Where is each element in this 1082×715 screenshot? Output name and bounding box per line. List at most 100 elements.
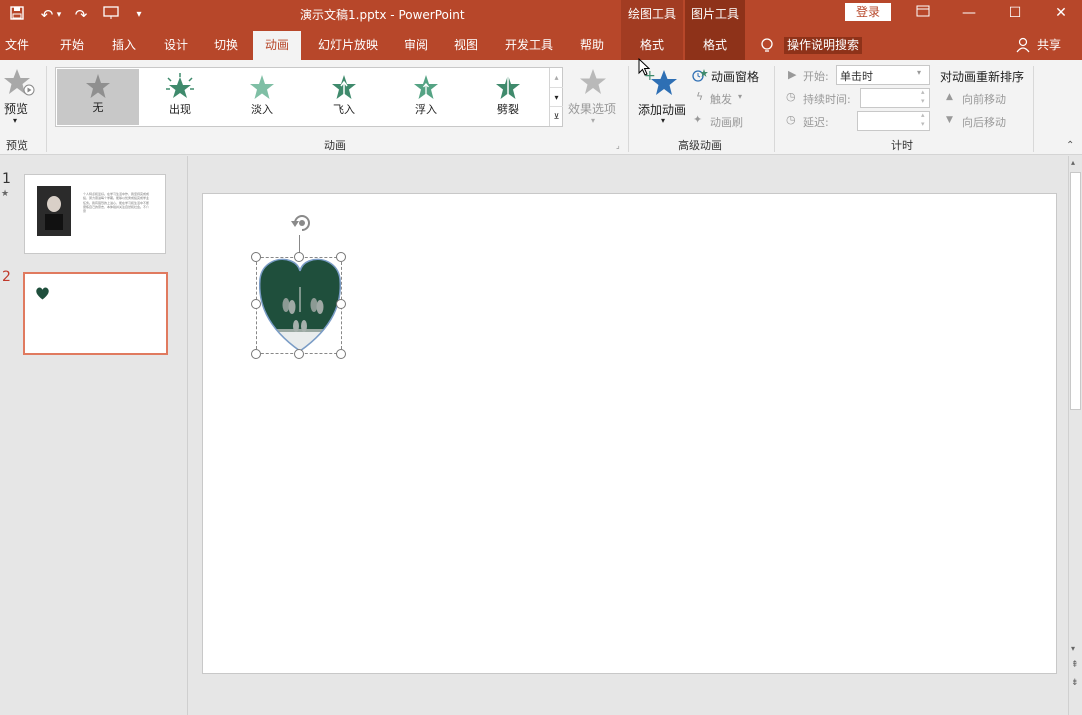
vertical-scrollbar[interactable]: ▴ ▾ ⇞ ⇟ (1068, 156, 1082, 715)
tab-design[interactable]: 设计 (156, 31, 196, 60)
previous-slide-icon[interactable]: ⇞ (1071, 660, 1079, 670)
animation-fade[interactable]: 淡入 (221, 69, 303, 125)
animation-pane-button[interactable]: 动画窗格 (711, 68, 759, 85)
animation-appear[interactable]: 出现 (139, 69, 221, 125)
gallery-up-icon[interactable]: ▴ (550, 68, 563, 87)
resize-handle-bottom-right[interactable] (336, 349, 346, 359)
duration-spinner[interactable]: ▴ ▾ (860, 88, 930, 108)
trigger-dropdown-icon[interactable]: ▾ (738, 92, 742, 101)
tab-transitions[interactable]: 切换 (206, 31, 246, 60)
tell-me-search[interactable]: 操作说明搜索 (784, 37, 863, 54)
gallery-more-icon[interactable]: ⊻ (550, 106, 563, 125)
animation-none[interactable]: 无 (57, 69, 139, 125)
save-icon[interactable] (6, 5, 28, 25)
delay-up-icon[interactable]: ▴ (921, 111, 925, 119)
lightbulb-icon (760, 37, 776, 55)
start-icon: ▶ (788, 68, 797, 81)
delay-spinner[interactable]: ▴ ▾ (857, 111, 930, 131)
separator (774, 66, 775, 152)
preview-star-icon[interactable] (2, 68, 36, 96)
redo-icon[interactable]: ↷ (70, 5, 92, 25)
tab-picture-format[interactable]: 格式 (685, 31, 745, 60)
star-appear-icon (166, 73, 194, 98)
resize-handle-top-right[interactable] (336, 252, 346, 262)
tab-slideshow[interactable]: 幻灯片放映 (310, 31, 386, 60)
slide-canvas[interactable] (202, 193, 1057, 674)
animation-group-label: 动画 (324, 139, 346, 152)
animation-float-in[interactable]: 浮入 (385, 69, 467, 125)
thumbnail-heart-icon (36, 287, 49, 300)
duration-icon: ◷ (786, 90, 796, 103)
share-button[interactable]: 共享 (1034, 31, 1064, 60)
thumbnail-text: 个人特点和爱好。在学习生活中作，我坚持完成成绩，努力奋进每个学期。能够以优秀成绩… (83, 192, 150, 214)
present-from-start-icon[interactable] (100, 5, 122, 25)
move-later-button[interactable]: 向后移动 (962, 114, 1006, 130)
tab-animations[interactable]: 动画 (253, 31, 301, 60)
login-button[interactable]: 登录 (845, 3, 891, 21)
tab-developer[interactable]: 开发工具 (498, 31, 560, 60)
resize-handle-bottom-left[interactable] (251, 349, 261, 359)
trigger-button[interactable]: 触发 (710, 91, 732, 107)
rotate-handle-icon[interactable] (289, 212, 315, 234)
separator (46, 66, 47, 152)
scroll-thumb[interactable] (1070, 172, 1081, 410)
animation-appear-label: 出现 (169, 103, 191, 116)
resize-handle-left[interactable] (251, 299, 261, 309)
tab-review[interactable]: 审阅 (396, 31, 436, 60)
document-title: 演示文稿1.pptx - PowerPoint (300, 8, 465, 22)
animation-painter-button[interactable]: 动画刷 (710, 114, 743, 130)
slide-thumbnail-1[interactable]: 个人特点和爱好。在学习生活中作，我坚持完成成绩，努力奋进每个学期。能够以优秀成绩… (24, 174, 166, 254)
customize-toolbar-icon[interactable]: ▾ (128, 5, 150, 25)
close-icon[interactable]: ✕ (1038, 0, 1082, 26)
ribbon-display-icon[interactable] (900, 0, 946, 26)
effect-options-icon[interactable] (578, 68, 608, 96)
slide-thumbnail-2[interactable] (23, 272, 168, 355)
animation-pane-icon[interactable] (692, 68, 708, 82)
heart-picture[interactable] (256, 257, 344, 354)
tab-view[interactable]: 视图 (446, 31, 486, 60)
undo-dropdown-icon[interactable]: ▾ (54, 5, 64, 25)
start-select[interactable]: 单击时 ▾ (836, 65, 930, 85)
duration-up-icon[interactable]: ▴ (921, 88, 925, 96)
mouse-cursor-icon (638, 58, 650, 76)
move-earlier-button[interactable]: 向前移动 (962, 91, 1006, 107)
tab-insert[interactable]: 插入 (104, 31, 144, 60)
animation-fly-in-label: 飞入 (333, 103, 355, 116)
maximize-icon[interactable]: ☐ (992, 0, 1038, 26)
tab-drawing-format[interactable]: 格式 (621, 31, 683, 60)
animation-fly-in[interactable]: 飞入 (303, 69, 385, 125)
resize-handle-top-left[interactable] (251, 252, 261, 262)
effect-options-dropdown-icon[interactable]: ▾ (591, 116, 595, 125)
animation-dialog-launcher-icon[interactable]: ⌟ (616, 141, 620, 150)
resize-handle-bottom[interactable] (294, 349, 304, 359)
animation-split[interactable]: 劈裂 (467, 69, 549, 125)
next-slide-icon[interactable]: ⇟ (1071, 678, 1079, 688)
add-animation-dropdown-icon[interactable]: ▾ (661, 116, 665, 125)
start-select-dropdown-icon[interactable]: ▾ (917, 68, 921, 77)
delay-down-icon[interactable]: ▾ (921, 120, 925, 128)
tab-file[interactable]: 文件 (0, 31, 34, 60)
gallery-scroll[interactable]: ▴ ▾ ⊻ (549, 68, 563, 126)
animation-star-icon: ★ (1, 189, 10, 199)
collapse-ribbon-icon[interactable]: ⌃ (1066, 140, 1074, 151)
minimize-icon[interactable]: — (946, 0, 992, 26)
tab-home[interactable]: 开始 (52, 31, 92, 60)
preview-button[interactable]: 预览 (4, 100, 28, 117)
resize-handle-right[interactable] (336, 299, 346, 309)
preview-dropdown-icon[interactable]: ▾ (13, 116, 17, 125)
scroll-up-icon[interactable]: ▴ (1071, 158, 1075, 167)
gallery-down-icon[interactable]: ▾ (550, 87, 563, 106)
move-earlier-icon: ▲ (946, 92, 953, 102)
tab-help[interactable]: 帮助 (572, 31, 612, 60)
star-fly-in-icon (332, 75, 356, 99)
resize-handle-top[interactable] (294, 252, 304, 262)
animation-float-in-label: 浮入 (415, 103, 437, 116)
delay-icon: ◷ (786, 113, 796, 126)
separator (628, 66, 629, 152)
scroll-down-icon[interactable]: ▾ (1071, 644, 1075, 653)
animation-fade-label: 淡入 (251, 103, 273, 116)
advanced-animation-group-label: 高级动画 (678, 139, 722, 152)
effect-options-button[interactable]: 效果选项 (568, 100, 616, 117)
person-icon[interactable] (1016, 37, 1032, 53)
duration-down-icon[interactable]: ▾ (921, 97, 925, 105)
